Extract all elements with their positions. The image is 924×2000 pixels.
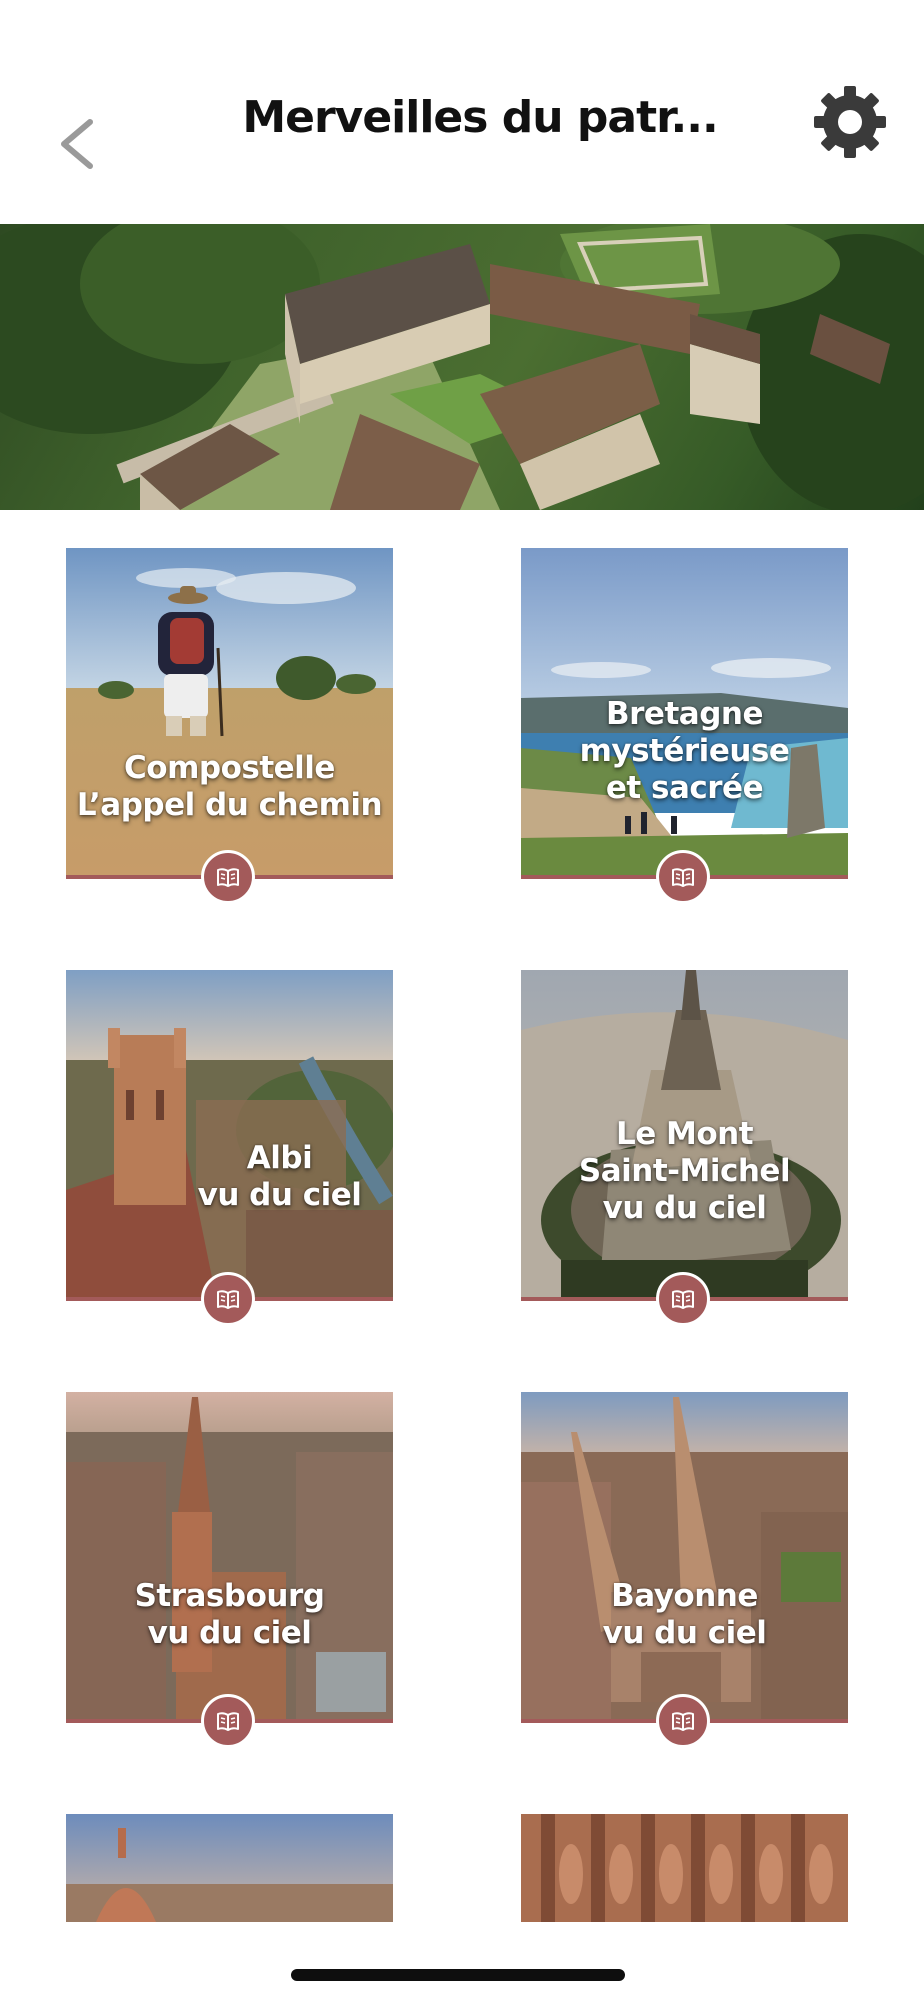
card-strasbourg[interactable]: Strasbourg vu du ciel	[66, 1392, 393, 1748]
navigation-bar: Merveilles du patr...	[0, 0, 924, 222]
chevron-left-icon	[61, 119, 93, 169]
card-title-line: vu du ciel	[147, 1615, 312, 1651]
card-title-line: Compostelle	[124, 750, 335, 786]
book-icon	[217, 868, 239, 887]
card-partial-right[interactable]	[521, 1814, 848, 1922]
card-image	[521, 1392, 848, 1719]
card-compostelle[interactable]: Compostelle L’appel du chemin	[66, 548, 393, 904]
card-title: Bayonne vu du ciel	[521, 1578, 848, 1652]
card-image	[66, 970, 393, 1297]
card-title-line: vu du ciel	[602, 1190, 767, 1226]
gear-icon	[814, 86, 886, 158]
card-bretagne[interactable]: Bretagne mystérieuse et sacrée	[521, 548, 848, 904]
open-book-button[interactable]	[656, 850, 710, 904]
settings-button[interactable]	[812, 84, 888, 160]
card-mont-saint-michel[interactable]: Le Mont Saint-Michel vu du ciel	[521, 970, 848, 1326]
book-icon	[672, 1712, 694, 1731]
card-title: Albi vu du ciel	[116, 1140, 443, 1214]
card-albi[interactable]: Albi vu du ciel	[66, 970, 393, 1326]
book-icon	[672, 868, 694, 887]
card-title: Le Mont Saint-Michel vu du ciel	[521, 1116, 848, 1227]
book-icon	[217, 1712, 239, 1731]
card-title-line: mystérieuse	[579, 733, 790, 769]
card-title-line: vu du ciel	[197, 1177, 362, 1213]
card-image	[66, 548, 393, 875]
card-title-line: Le Mont	[615, 1116, 754, 1152]
card-title-line: Saint-Michel	[578, 1153, 791, 1189]
open-book-button[interactable]	[656, 1272, 710, 1326]
open-book-button[interactable]	[656, 1694, 710, 1748]
card-title-line: vu du ciel	[602, 1615, 767, 1651]
open-book-button[interactable]	[201, 850, 255, 904]
open-book-button[interactable]	[201, 1694, 255, 1748]
hero-banner-image[interactable]	[0, 224, 924, 510]
abbey-aerial-illustration	[0, 224, 924, 510]
card-image	[521, 1814, 848, 1922]
card-image	[66, 1392, 393, 1719]
card-title-line: L’appel du chemin	[76, 787, 383, 823]
card-image	[66, 1814, 393, 1922]
book-icon	[672, 1290, 694, 1309]
book-icon	[217, 1290, 239, 1309]
page-title: Merveilles du patr...	[242, 92, 718, 143]
card-title-line: Bayonne	[611, 1578, 758, 1614]
card-title-line: Albi	[246, 1140, 313, 1176]
card-title: Bretagne mystérieuse et sacrée	[521, 696, 848, 807]
card-title-line: Bretagne	[606, 696, 763, 732]
card-partial-left[interactable]	[66, 1814, 393, 1922]
card-title: Strasbourg vu du ciel	[66, 1578, 393, 1652]
open-book-button[interactable]	[201, 1272, 255, 1326]
home-indicator[interactable]	[291, 1969, 625, 1981]
card-title: Compostelle L’appel du chemin	[66, 750, 393, 824]
card-title-line: et sacrée	[605, 770, 764, 806]
card-bayonne[interactable]: Bayonne vu du ciel	[521, 1392, 848, 1748]
card-title-line: Strasbourg	[134, 1578, 325, 1614]
back-button[interactable]	[50, 108, 110, 180]
